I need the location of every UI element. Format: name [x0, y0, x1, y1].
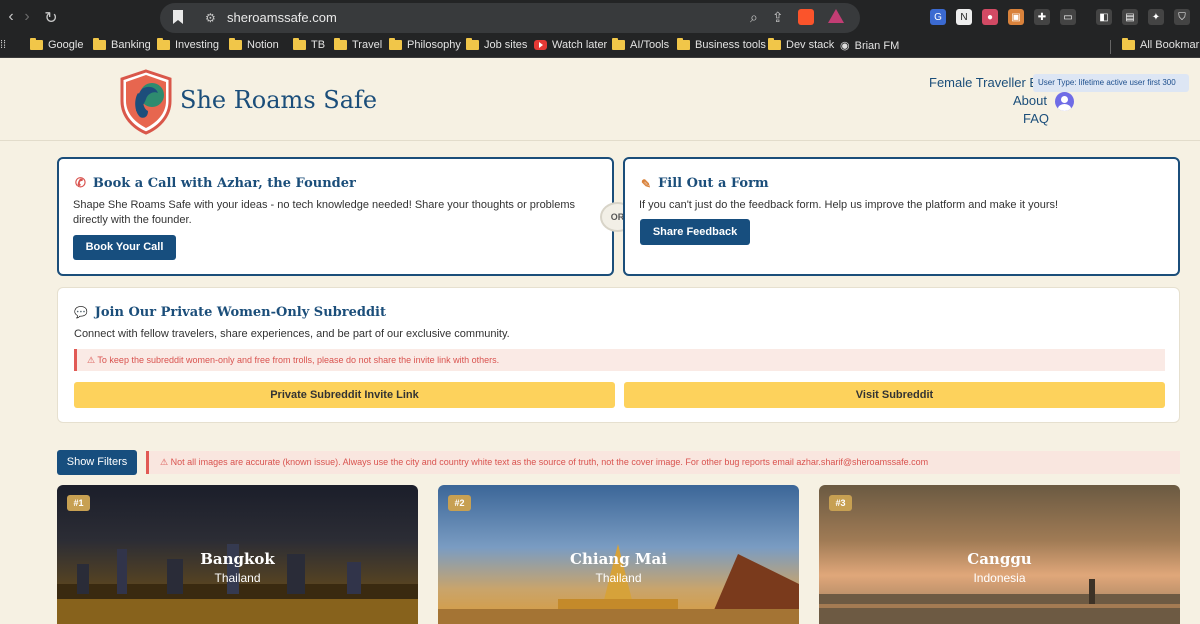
bookmark-travel[interactable]: Travel — [334, 38, 382, 51]
bookmark-notion[interactable]: Notion — [229, 38, 279, 51]
bookmark-philosophy[interactable]: Philosophy — [389, 38, 461, 51]
city-name: Bangkok — [200, 550, 275, 568]
vpn-icon[interactable]: ⛉ — [1174, 9, 1190, 25]
bookmark-tb[interactable]: TB — [293, 38, 325, 51]
bookmark-job-sites[interactable]: Job sites — [466, 38, 527, 51]
user-type-badge: User Type: lifetime active user first 30… — [1033, 74, 1189, 92]
extension-icon[interactable]: ▣ — [1008, 9, 1024, 25]
sidebar-icon[interactable]: ◧ — [1096, 9, 1112, 25]
city-rank-badge: #1 — [67, 495, 90, 511]
warning-icon: ⚠ — [160, 457, 169, 467]
book-call-card: ✆ Book a Call with Azhar, the Founder Sh… — [57, 157, 614, 276]
bookmark-banking[interactable]: Banking — [93, 38, 151, 51]
folder-icon — [157, 38, 170, 50]
brain-icon: ◉ — [840, 40, 850, 52]
folder-icon — [677, 38, 690, 50]
folder-icon — [334, 38, 347, 50]
nav-about[interactable]: About — [1013, 93, 1047, 108]
nav-faq[interactable]: FAQ — [1023, 111, 1049, 126]
city-card[interactable]: #3 Canggu Indonesia — [819, 485, 1180, 624]
folder-icon — [229, 38, 242, 50]
wallet-icon[interactable]: ▤ — [1122, 9, 1138, 25]
apps-icon[interactable]: ⁞⁞ — [0, 39, 6, 51]
subreddit-invite-button[interactable]: Private Subreddit Invite Link — [74, 382, 615, 408]
bookmark-ai-tools[interactable]: AI/Tools — [612, 38, 669, 51]
browser-toolbar: ‹ › ↻ ⚙ sheroamssafe.com ⌕ ⇪ G N ● ▣ ✚ ▭… — [0, 0, 1200, 36]
image-accuracy-warning: ⚠ Not all images are accurate (known iss… — [146, 451, 1180, 474]
subreddit-description: Connect with fellow travelers, share exp… — [74, 328, 510, 340]
user-avatar[interactable] — [1055, 92, 1074, 111]
bookmark-watch-later[interactable]: Watch later — [534, 39, 607, 51]
folder-icon — [768, 38, 781, 50]
city-country: Thailand — [595, 571, 642, 585]
nav-female-traveller-blog[interactable]: Female Traveller Bl — [929, 75, 1041, 90]
url-text[interactable]: sheroamssafe.com — [227, 10, 337, 25]
logo-shield-icon[interactable] — [118, 69, 174, 135]
bookmark-dev-stack[interactable]: Dev stack — [768, 38, 834, 51]
folder-icon — [612, 38, 625, 50]
bookmarks-bar: ⁞⁞ Google Banking Investing Notion TB Tr… — [0, 36, 1200, 58]
forward-icon[interactable]: › — [16, 8, 38, 26]
folder-icon — [466, 38, 479, 50]
bookmark-business-tools[interactable]: Business tools — [677, 38, 766, 51]
folder-icon — [93, 38, 106, 50]
book-call-description: Shape She Roams Safe with your ideas - n… — [73, 199, 576, 226]
feedback-form-description: If you can't just do the feedback form. … — [639, 199, 1059, 211]
city-card[interactable]: #2 Chiang Mai Thailand — [438, 485, 799, 624]
show-filters-button[interactable]: Show Filters — [57, 450, 137, 475]
phone-icon: ✆ — [75, 176, 86, 191]
bookmark-google[interactable]: Google — [30, 38, 83, 51]
share-icon[interactable]: ⇪ — [772, 9, 784, 25]
brave-shields-icon[interactable] — [797, 9, 814, 25]
folder-icon — [389, 38, 402, 50]
share-feedback-button[interactable]: Share Feedback — [640, 219, 750, 245]
city-card[interactable]: #1 Bangkok Thailand — [57, 485, 418, 624]
city-country: Indonesia — [973, 571, 1026, 585]
bookmark-icon[interactable] — [172, 9, 184, 25]
warning-icon: ⚠ — [87, 355, 96, 365]
translate-extension-icon[interactable]: G — [930, 9, 946, 25]
bookmark-investing[interactable]: Investing — [157, 38, 219, 51]
subreddit-warning: ⚠ To keep the subreddit women-only and f… — [74, 349, 1165, 371]
city-rank-badge: #2 — [448, 495, 471, 511]
bookmark-brian-fm[interactable]: ◉ Brian FM — [840, 39, 899, 53]
brand-name[interactable]: She Roams Safe — [180, 86, 377, 114]
feedback-form-card: ✎ Fill Out a Form If you can't just do t… — [623, 157, 1180, 276]
book-call-button[interactable]: Book Your Call — [73, 235, 176, 260]
extension-icon[interactable]: ● — [982, 9, 998, 25]
bookmark-separator — [1110, 40, 1111, 54]
leo-ai-icon[interactable]: ✦ — [1148, 9, 1164, 25]
subreddit-title: 💬 Join Our Private Women-Only Subreddit — [74, 305, 386, 320]
feedback-form-title: ✎ Fill Out a Form — [641, 176, 769, 191]
memo-icon: ✎ — [641, 176, 652, 191]
visit-subreddit-button[interactable]: Visit Subreddit — [624, 382, 1165, 408]
brave-rewards-icon[interactable] — [827, 9, 844, 23]
site-info-icon[interactable]: ⚙ — [205, 11, 216, 25]
subreddit-card: 💬 Join Our Private Women-Only Subreddit … — [57, 287, 1180, 423]
notion-extension-icon[interactable]: N — [956, 9, 972, 25]
city-rank-badge: #3 — [829, 495, 852, 511]
youtube-icon — [534, 40, 547, 50]
folder-icon — [293, 38, 306, 50]
zoom-icon[interactable]: ⌕ — [750, 9, 758, 25]
speech-bubble-icon: 💬 — [74, 306, 88, 319]
reload-icon[interactable]: ↻ — [40, 8, 62, 28]
bookmark-all[interactable]: All Bookmarks — [1122, 38, 1200, 51]
city-name: Canggu — [967, 550, 1032, 568]
folder-icon — [1122, 38, 1135, 50]
city-name: Chiang Mai — [570, 550, 667, 568]
extensions-puzzle-icon[interactable]: ✚ — [1034, 9, 1050, 25]
folder-icon — [30, 38, 43, 50]
city-country: Thailand — [214, 571, 261, 585]
book-call-title: ✆ Book a Call with Azhar, the Founder — [75, 176, 356, 191]
screenshot-icon[interactable]: ▭ — [1060, 9, 1076, 25]
